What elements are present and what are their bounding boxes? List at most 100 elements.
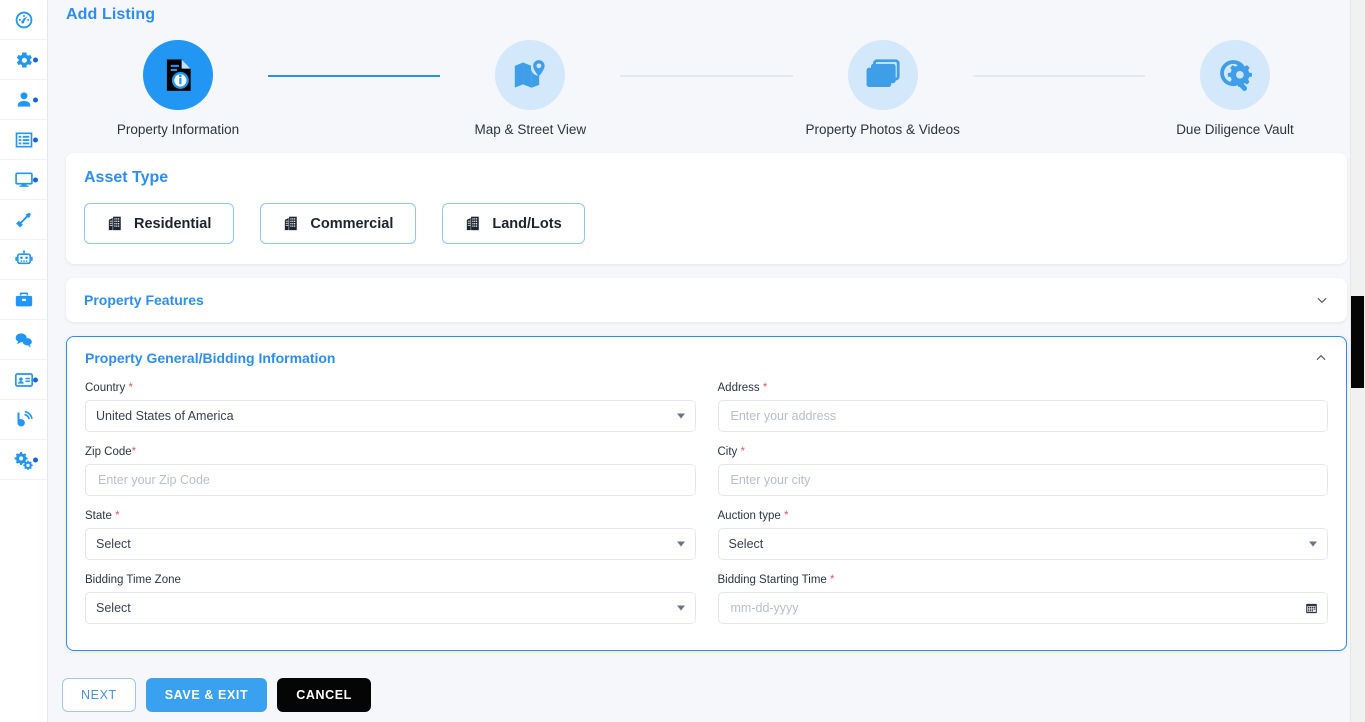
chevron-down-icon[interactable] bbox=[1315, 293, 1329, 307]
sidebar-item-toolbox[interactable] bbox=[0, 280, 47, 320]
address-input-wrap[interactable] bbox=[717, 400, 1328, 432]
cancel-button[interactable]: CANCEL bbox=[277, 677, 371, 712]
field-bidding-time-zone: Bidding Time Zone Select bbox=[85, 574, 696, 638]
required-asterisk: * bbox=[762, 382, 768, 394]
document-info-icon bbox=[159, 56, 197, 94]
asset-type-title: Asset Type bbox=[84, 169, 169, 186]
page-title: Add Listing bbox=[66, 6, 156, 23]
field-country: Country * United States of America bbox=[85, 382, 696, 446]
auction-type-select-value: Select bbox=[728, 537, 764, 551]
hammer-tools-icon bbox=[14, 210, 34, 230]
step-circle bbox=[495, 40, 566, 110]
property-general-form: Country * United States of America Addre… bbox=[67, 374, 1346, 650]
chevron-down-icon bbox=[1309, 541, 1317, 547]
sidebar-item-users[interactable] bbox=[0, 80, 47, 120]
list-view-icon bbox=[14, 130, 34, 150]
asset-type-residential-button[interactable]: Residential bbox=[84, 203, 235, 244]
main-region: Add Listing Property Information Map & S… bbox=[48, 0, 1365, 722]
sidebar-item-bot[interactable] bbox=[0, 240, 47, 280]
required-asterisk: * bbox=[784, 510, 789, 522]
id-card-contact-icon bbox=[14, 370, 34, 390]
left-icon-rail bbox=[0, 0, 48, 722]
sidebar-badge-dot bbox=[33, 377, 38, 382]
field-label-bidding-time-zone: Bidding Time Zone bbox=[85, 574, 181, 586]
step-map-street-view[interactable]: Map & Street View bbox=[440, 40, 620, 137]
step-circle bbox=[847, 40, 918, 110]
chevron-down-icon bbox=[676, 541, 685, 547]
required-asterisk: * bbox=[115, 510, 120, 522]
auction-type-select[interactable]: Select bbox=[717, 528, 1328, 560]
asset-type-label: Residential bbox=[134, 215, 212, 232]
sidebar-item-contacts[interactable] bbox=[0, 360, 47, 400]
broadcast-signal-icon bbox=[14, 410, 34, 430]
required-asterisk: * bbox=[740, 446, 745, 458]
step-label: Property Information bbox=[116, 122, 240, 137]
step-due-diligence-vault[interactable]: Due Diligence Vault bbox=[1145, 40, 1325, 137]
field-label-state: State * bbox=[85, 510, 120, 522]
field-bidding-starting-time: Bidding Starting Time * bbox=[717, 574, 1328, 638]
property-general-bidding-section: Property General/Bidding Information Cou… bbox=[66, 336, 1347, 651]
dashboard-speedometer-icon bbox=[14, 10, 34, 30]
step-label: Due Diligence Vault bbox=[1176, 122, 1294, 137]
required-asterisk: * bbox=[128, 382, 133, 394]
chat-bubbles-icon bbox=[14, 330, 34, 350]
form-action-bar: NEXT SAVE & EXIT CANCEL bbox=[48, 666, 1365, 722]
next-button[interactable]: NEXT bbox=[62, 677, 136, 712]
property-features-title: Property Features bbox=[84, 292, 204, 308]
sidebar-item-settings[interactable] bbox=[0, 40, 47, 80]
required-asterisk: * bbox=[131, 446, 137, 458]
field-address: Address * bbox=[717, 382, 1328, 446]
sidebar-item-tools[interactable] bbox=[0, 200, 47, 240]
bidding-time-zone-select-value: Select bbox=[96, 601, 131, 615]
gear-settings-icon bbox=[14, 50, 34, 70]
property-general-bidding-title: Property General/Bidding Information bbox=[85, 350, 336, 366]
field-auction-type: Auction type * Select bbox=[717, 510, 1328, 574]
step-circle bbox=[143, 40, 213, 110]
sidebar-item-messages[interactable] bbox=[0, 320, 47, 360]
bidding-starting-time-input-wrap[interactable] bbox=[717, 592, 1328, 624]
address-input[interactable] bbox=[728, 401, 1317, 431]
calendar-icon[interactable] bbox=[1305, 602, 1318, 615]
field-zip-code: Zip Code* bbox=[85, 446, 696, 510]
chevron-up-icon[interactable] bbox=[1314, 351, 1328, 365]
sidebar-item-advanced-settings[interactable] bbox=[0, 440, 47, 480]
asset-type-commercial-button[interactable]: Commercial bbox=[260, 203, 417, 244]
property-features-header[interactable]: Property Features bbox=[66, 278, 1347, 322]
step-property-photos-videos[interactable]: Property Photos & Videos bbox=[793, 40, 973, 137]
sidebar-item-broadcast[interactable] bbox=[0, 400, 47, 440]
building-icon bbox=[107, 215, 124, 232]
field-label-address: Address * bbox=[717, 382, 768, 394]
zip-code-input-wrap[interactable] bbox=[85, 464, 696, 496]
bidding-starting-time-input[interactable] bbox=[728, 593, 1317, 623]
save-and-exit-button[interactable]: SAVE & EXIT bbox=[145, 677, 268, 712]
step-property-information[interactable]: Property Information bbox=[88, 40, 268, 137]
sidebar-item-monitor[interactable] bbox=[0, 160, 47, 200]
page-scrollbar-thumb[interactable] bbox=[1351, 296, 1364, 388]
scrollable-content: Add Listing Property Information Map & S… bbox=[48, 0, 1365, 666]
asset-type-card: Asset Type Residential Commercial Land/L… bbox=[66, 153, 1347, 264]
step-circle bbox=[1199, 40, 1270, 110]
state-select-value: Select bbox=[96, 537, 131, 551]
asset-type-label: Land/Lots bbox=[492, 215, 562, 232]
step-connector-1 bbox=[268, 75, 441, 77]
app-root: Add Listing Property Information Map & S… bbox=[0, 0, 1365, 722]
property-features-section: Property Features bbox=[66, 278, 1347, 322]
sidebar-badge-dot bbox=[33, 137, 38, 142]
building-icon bbox=[465, 215, 482, 232]
sidebar-item-dashboard[interactable] bbox=[0, 0, 47, 40]
city-input[interactable] bbox=[728, 465, 1317, 495]
asset-type-label: Commercial bbox=[310, 215, 394, 232]
briefcase-toolbox-icon bbox=[14, 290, 34, 310]
property-general-bidding-header[interactable]: Property General/Bidding Information bbox=[67, 337, 1346, 374]
required-asterisk: * bbox=[830, 574, 835, 586]
city-input-wrap[interactable] bbox=[717, 464, 1328, 496]
state-select[interactable]: Select bbox=[85, 528, 696, 560]
step-label: Map & Street View bbox=[474, 122, 587, 137]
asset-type-land-lots-button[interactable]: Land/Lots bbox=[442, 203, 585, 244]
sidebar-badge-dot bbox=[33, 457, 38, 462]
country-select[interactable]: United States of America bbox=[85, 400, 696, 432]
zip-code-input[interactable] bbox=[96, 465, 685, 495]
bidding-time-zone-select[interactable]: Select bbox=[85, 592, 696, 624]
sidebar-item-listings[interactable] bbox=[0, 120, 47, 160]
page-scrollbar-track[interactable] bbox=[1350, 0, 1365, 722]
